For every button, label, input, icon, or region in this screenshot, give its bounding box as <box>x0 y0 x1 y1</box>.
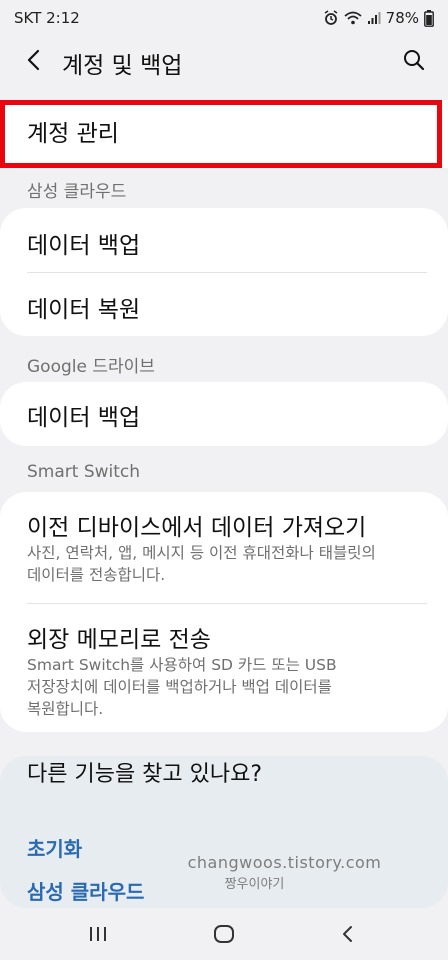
watermark-text: changwoos.tistory.com <box>187 853 382 872</box>
account-manage-label: 계정 관리 <box>27 121 119 147</box>
samsung-cloud-backup-item[interactable]: 데이터 백업 <box>27 226 140 260</box>
recent-apps-button[interactable] <box>78 918 118 950</box>
back-button[interactable] <box>18 44 50 76</box>
signal-icon <box>367 11 381 25</box>
section-header-samsung-cloud: 삼성 클라우드 <box>27 182 127 202</box>
divider <box>27 272 427 273</box>
battery-icon <box>424 9 434 27</box>
divider <box>27 603 427 604</box>
nav-back-button[interactable] <box>328 918 368 950</box>
carrier-time: SKT 2:12 <box>14 9 80 27</box>
status-bar: SKT 2:12 78% <box>0 0 448 36</box>
chevron-left-icon <box>27 49 40 71</box>
samsung-cloud-restore-item[interactable]: 데이터 복원 <box>27 290 140 324</box>
smart-switch-external-item[interactable]: 외장 메모리로 전송 <box>27 620 211 654</box>
back-icon <box>343 926 352 942</box>
wifi-icon <box>344 11 362 25</box>
section-header-google-drive: Google 드라이브 <box>27 357 155 377</box>
google-drive-backup-item[interactable]: 데이터 백업 <box>27 398 140 432</box>
alarm-icon <box>323 10 339 26</box>
search-button[interactable] <box>398 44 430 76</box>
suggestions-title: 다른 기능을 찾고 있나요? <box>27 762 263 787</box>
recent-apps-icon <box>90 927 106 941</box>
smart-switch-import-item[interactable]: 이전 디바이스에서 데이터 가져오기 <box>27 508 366 542</box>
navigation-bar <box>0 908 448 960</box>
smart-switch-import-desc: 사진, 연락처, 앱, 메시지 등 이전 휴대전화나 태블릿의 데이터를 전송합… <box>27 544 376 584</box>
link-reset[interactable]: 초기화 <box>27 833 82 862</box>
home-button[interactable] <box>204 918 244 950</box>
home-icon <box>214 925 234 943</box>
section-header-smart-switch: Smart Switch <box>27 462 141 482</box>
battery-percent: 78% <box>385 9 419 27</box>
page-title: 계정 및 백업 <box>62 53 183 79</box>
app-bar: 계정 및 백업 <box>0 36 448 84</box>
search-icon <box>404 50 425 71</box>
watermark-subtext: 짱우이야기 <box>224 877 285 892</box>
smart-switch-external-desc: Smart Switch를 사용하여 SD 카드 또는 USB 저장장치에 데이… <box>27 656 337 718</box>
link-samsung-cloud[interactable]: 삼성 클라우드 <box>27 876 144 905</box>
